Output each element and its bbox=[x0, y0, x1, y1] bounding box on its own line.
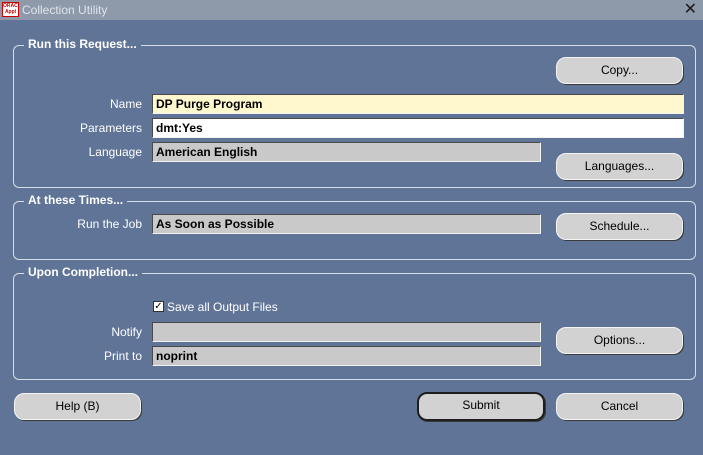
close-icon[interactable]: ✕ bbox=[684, 1, 697, 19]
parameters-field[interactable]: dmt:Yes bbox=[152, 118, 684, 138]
language-label: Language bbox=[88, 145, 142, 159]
run-job-label: Run the Job bbox=[77, 217, 142, 231]
run-request-title: Run this Request... bbox=[24, 37, 141, 51]
save-output-label[interactable]: Save all Output Files bbox=[167, 300, 278, 314]
collection-utility-window: ORACLEAppl Collection Utility ✕ Run this… bbox=[0, 0, 703, 455]
schedule-button[interactable]: Schedule... bbox=[556, 213, 683, 240]
help-button[interactable]: Help (B) bbox=[14, 393, 141, 420]
options-button[interactable]: Options... bbox=[556, 327, 683, 354]
notify-label: Notify bbox=[111, 325, 142, 339]
title-bar: ORACLEAppl Collection Utility ✕ bbox=[0, 0, 703, 20]
run-job-field[interactable]: As Soon as Possible bbox=[152, 214, 541, 234]
save-output-checkbox[interactable]: ✓ bbox=[153, 301, 164, 312]
language-field[interactable]: American English bbox=[152, 142, 541, 162]
name-field[interactable]: DP Purge Program bbox=[152, 94, 684, 114]
name-label: Name bbox=[109, 97, 142, 111]
print-to-label: Print to bbox=[103, 349, 142, 363]
parameters-label: Parameters bbox=[79, 121, 142, 135]
copy-button[interactable]: Copy... bbox=[556, 57, 683, 84]
schedule-title: At these Times... bbox=[24, 193, 128, 207]
submit-button[interactable]: Submit bbox=[417, 392, 545, 421]
oracle-logo-icon: ORACLEAppl bbox=[2, 2, 19, 17]
languages-button[interactable]: Languages... bbox=[556, 153, 683, 180]
notify-field[interactable] bbox=[152, 322, 541, 342]
completion-title: Upon Completion... bbox=[24, 265, 142, 279]
window-title: Collection Utility bbox=[22, 3, 108, 17]
cancel-button[interactable]: Cancel bbox=[556, 393, 683, 420]
print-to-field[interactable]: noprint bbox=[152, 346, 541, 366]
